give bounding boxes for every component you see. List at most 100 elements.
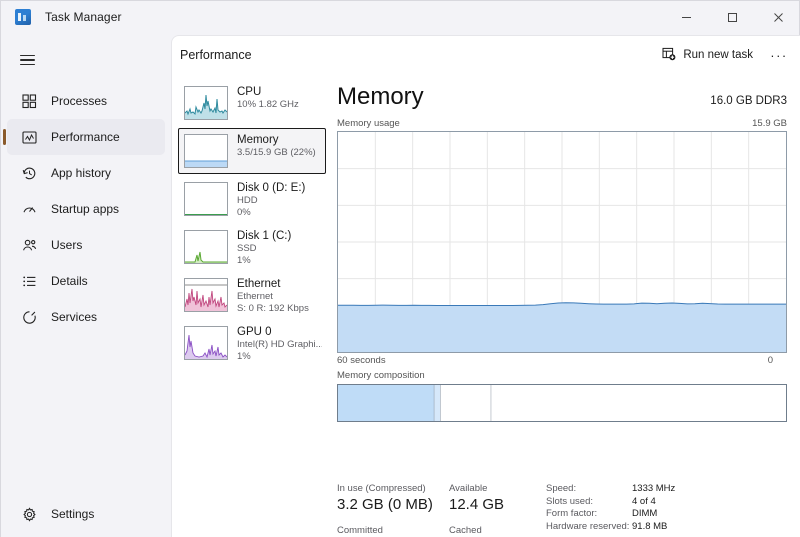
gpu0-thumbnail-graph (184, 326, 228, 360)
sidebar-item-label: Users (51, 238, 83, 252)
disk1-thumbnail-graph (184, 230, 228, 264)
sidebar-item-app-history[interactable]: App history (7, 155, 165, 191)
resource-sub1: 10% 1.82 GHz (237, 99, 299, 110)
resource-sub2: 1% (237, 254, 251, 266)
graph-axis-row: 60 seconds 0 (332, 353, 787, 366)
new-task-icon (662, 47, 676, 64)
page-title: Performance (180, 48, 252, 62)
sidebar-item-startup-apps[interactable]: Startup apps (7, 191, 165, 227)
resource-name: Memory (237, 134, 279, 146)
sidebar-item-label: Settings (51, 507, 95, 521)
info-value: 4 of 4 (632, 495, 656, 507)
memory-composition-bar (337, 384, 787, 422)
sidebar-item-details[interactable]: Details (7, 263, 165, 299)
resource-text: Disk 0 (D: E:) HDD 0% (237, 180, 305, 218)
memory-stats: In use (Compressed) 3.2 GB (0 MB) Availa… (337, 482, 797, 537)
window-controls (663, 1, 800, 33)
details-icon (19, 271, 39, 291)
processes-icon (19, 91, 39, 111)
stat-in-use: In use (Compressed) 3.2 GB (0 MB) (337, 482, 449, 514)
resource-text: CPU 10% 1.82 GHz (237, 84, 299, 111)
resource-list: CPU 10% 1.82 GHz Memory 3.5/15.9 GB (22%… (172, 74, 330, 537)
detail-pane: Memory 16.0 GB DDR3 Memory usage 15.9 GB… (332, 74, 800, 537)
resource-item-memory[interactable]: Memory 3.5/15.9 GB (22%) (178, 128, 326, 174)
resource-name: Ethernet (237, 278, 281, 290)
sidebar: Processes Performance App history Startu… (1, 33, 171, 537)
detail-header: Memory 16.0 GB DDR3 (332, 74, 800, 112)
stat-cached: Cached 2.1 GB (449, 524, 541, 537)
memory-thumbnail-graph (184, 134, 228, 168)
users-icon (19, 235, 39, 255)
stat-value: 3.2 GB (0 MB) (337, 496, 433, 513)
kebab-icon[interactable]: ··· (764, 42, 794, 69)
resource-text: GPU 0 Intel(R) HD Graphi... 1% (237, 324, 322, 362)
header-actions: Run new task ··· (653, 36, 794, 74)
services-icon (19, 307, 39, 327)
info-key: Form factor: (546, 508, 598, 520)
resource-sub2: 1% (237, 350, 251, 362)
sidebar-item-label: Details (51, 274, 88, 288)
sidebar-item-label: Startup apps (51, 202, 120, 216)
graph-caption-row: Memory usage 15.9 GB (332, 112, 800, 131)
ethernet-thumbnail-graph (184, 278, 228, 312)
info-key: Slots used: (546, 495, 593, 507)
sidebar-item-processes[interactable]: Processes (7, 83, 165, 119)
stat-row-committed-cached: Committed 3.3/17.5 GB Cached 2.1 GB (337, 524, 542, 537)
resource-text: Memory 3.5/15.9 GB (22%) (237, 132, 316, 159)
resource-name: CPU (237, 86, 262, 98)
stat-label: Available (449, 483, 488, 494)
resource-sub1: SSD (237, 243, 257, 254)
stat-row-inuse-available: In use (Compressed) 3.2 GB (0 MB) Availa… (337, 482, 542, 514)
stat-label: Cached (449, 525, 482, 536)
resource-item-disk-0[interactable]: Disk 0 (D: E:) HDD 0% (178, 176, 326, 222)
graph-max-label: 15.9 GB (752, 118, 787, 129)
task-manager-icon (15, 9, 31, 25)
resource-sub1: Intel(R) HD Graphi... (237, 339, 322, 350)
close-button[interactable] (755, 1, 800, 33)
task-manager-window: Task Manager Processes Performance App h… (0, 0, 800, 537)
sidebar-item-settings[interactable]: Settings (7, 496, 165, 532)
detail-spec: 16.0 GB DDR3 (710, 95, 787, 107)
resource-sub2: S: 0 R: 192 Kbps (237, 302, 309, 314)
stat-label: In use (Compressed) (337, 483, 426, 494)
history-icon (19, 163, 39, 183)
stat-label: Committed (337, 525, 383, 536)
memory-usage-graph (337, 131, 787, 353)
maximize-button[interactable] (709, 1, 755, 33)
cpu-thumbnail-graph (184, 86, 228, 120)
resource-sub1: Ethernet (237, 291, 273, 302)
resource-sub2: 0% (237, 206, 251, 218)
resource-item-ethernet[interactable]: Ethernet Ethernet S: 0 R: 192 Kbps (178, 272, 326, 318)
stats-left-group: In use (Compressed) 3.2 GB (0 MB) Availa… (337, 482, 542, 537)
startup-icon (19, 199, 39, 219)
sidebar-item-label: Performance (51, 130, 120, 144)
sidebar-item-services[interactable]: Services (7, 299, 165, 335)
stat-available: Available 12.4 GB (449, 482, 541, 514)
resource-item-disk-1[interactable]: Disk 1 (C:) SSD 1% (178, 224, 326, 270)
info-key: Speed: (546, 483, 577, 494)
hamburger-bars (19, 52, 35, 68)
info-row-slots-used: Slots used: 4 of 4 (546, 496, 675, 509)
sidebar-item-users[interactable]: Users (7, 227, 165, 263)
graph-time-left: 60 seconds (337, 355, 386, 366)
detail-title: Memory (337, 83, 424, 110)
info-key: Hardware reserved: (546, 520, 630, 532)
hamburger-icon[interactable] (7, 41, 47, 79)
run-new-task-button[interactable]: Run new task (653, 42, 762, 69)
sidebar-bottom: Settings (1, 496, 171, 532)
resource-sub1: HDD (237, 195, 258, 206)
info-row-form-factor: Form factor: DIMM (546, 508, 675, 521)
resource-text: Ethernet Ethernet S: 0 R: 192 Kbps (237, 276, 309, 314)
resource-name: Disk 1 (C:) (237, 230, 292, 242)
content-header: Performance Run new task ··· (172, 36, 800, 74)
content-card: Performance Run new task ··· CPU 10% 1.8… (171, 35, 800, 537)
minimize-button[interactable] (663, 1, 709, 33)
sidebar-nav-list: Processes Performance App history Startu… (1, 83, 171, 335)
resource-item-gpu-0[interactable]: GPU 0 Intel(R) HD Graphi... 1% (178, 320, 326, 366)
resource-sub1: 3.5/15.9 GB (22%) (237, 147, 316, 158)
resource-name: Disk 0 (D: E:) (237, 182, 306, 194)
stat-value: 12.4 GB (449, 496, 505, 513)
sidebar-item-performance[interactable]: Performance (3, 119, 165, 155)
resource-item-cpu[interactable]: CPU 10% 1.82 GHz (178, 80, 326, 126)
graph-caption: Memory usage (337, 118, 400, 129)
